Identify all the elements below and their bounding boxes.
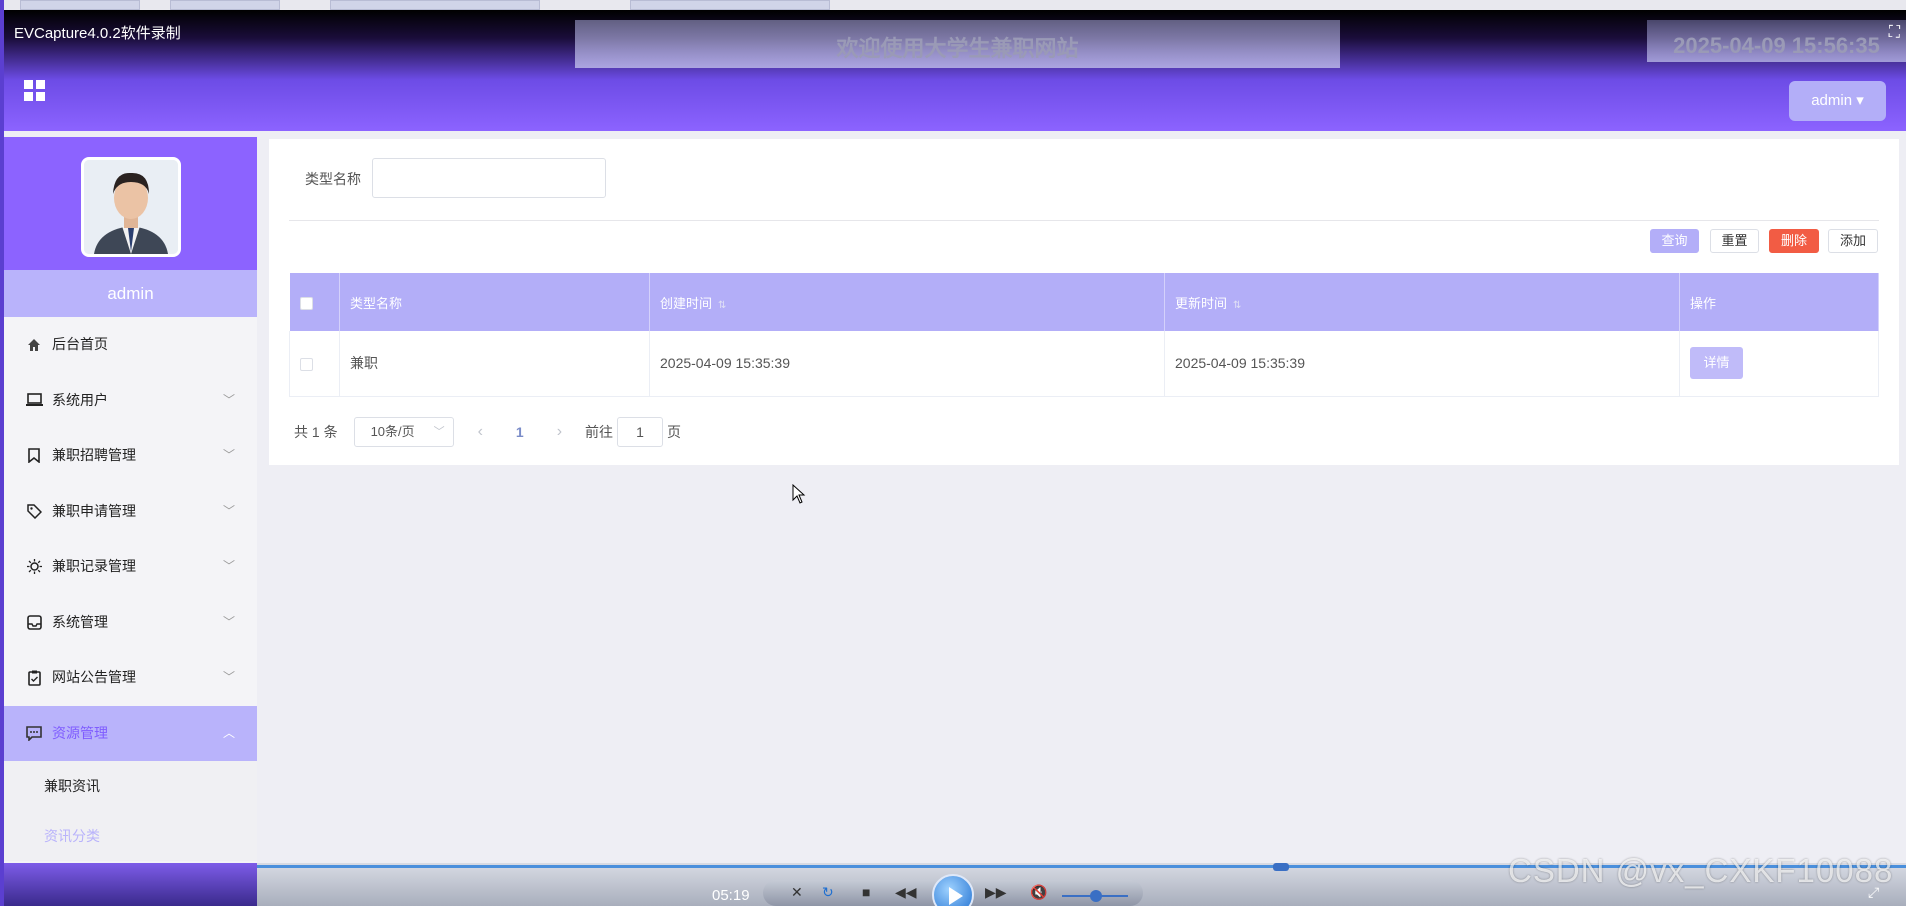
sun-icon xyxy=(25,539,43,594)
progress-handle[interactable] xyxy=(1273,863,1289,871)
sidebar-item-job-recruitment[interactable]: 兼职招聘管理 ﹀ xyxy=(4,428,257,484)
cell-type-name: 兼职 xyxy=(339,331,650,397)
sidebar-item-system-management[interactable]: 系统管理 ﹀ xyxy=(4,595,257,651)
chat-icon xyxy=(25,706,43,761)
type-name-search-input[interactable] xyxy=(372,158,606,198)
query-button[interactable]: 查询 xyxy=(1650,229,1699,253)
goto-suffix: 页 xyxy=(667,424,682,440)
inbox-icon xyxy=(25,595,43,650)
bookmark-icon xyxy=(25,428,43,483)
laptop-icon xyxy=(25,373,43,428)
column-header-actions: 操作 xyxy=(1679,273,1879,331)
sidebar-username: admin xyxy=(4,270,257,317)
volume-handle[interactable] xyxy=(1090,890,1102,902)
timecode: 05:19 xyxy=(712,887,750,904)
row-select-cell xyxy=(289,331,340,397)
table-header-row: 类型名称 创建时间 ⇅ 更新时间 ⇅ 操作 xyxy=(289,273,1879,331)
fast-forward-icon[interactable]: ▶▶ xyxy=(985,884,1007,901)
profile-panel xyxy=(4,137,257,270)
column-header-created[interactable]: 创建时间 ⇅ xyxy=(649,273,1165,331)
taskbar-tab[interactable] xyxy=(330,0,540,10)
search-label: 类型名称 xyxy=(305,171,361,187)
chevron-down-icon: ﹀ xyxy=(222,392,235,407)
column-header-type-name: 类型名称 xyxy=(339,273,650,331)
sidebar-subitem-news-category[interactable]: 资讯分类 xyxy=(4,811,257,861)
sidebar-item-job-application[interactable]: 兼职申请管理 ﹀ xyxy=(4,484,257,540)
taskbar-tab[interactable] xyxy=(630,0,830,10)
menu-toggle-icon[interactable] xyxy=(24,80,46,102)
stop-icon[interactable]: ■ xyxy=(862,884,870,900)
cell-updated: 2025-04-09 15:35:39 xyxy=(1164,331,1680,397)
divider xyxy=(289,220,1879,221)
sidebar-item-job-records[interactable]: 兼职记录管理 ﹀ xyxy=(4,539,257,595)
admin-dropdown-button[interactable]: admin ▾ xyxy=(1789,81,1886,121)
sidebar-item-label: 后台首页 xyxy=(52,336,108,352)
mute-icon[interactable]: 🔇 xyxy=(1030,884,1047,901)
total-count: 共 1 条 xyxy=(294,424,338,440)
pagination: 共 1 条 10条/页 ﹀ ‹ 1 › 前往 1 页 xyxy=(294,416,681,448)
select-all-cell xyxy=(289,273,340,331)
cell-created: 2025-04-09 15:35:39 xyxy=(649,331,1165,397)
top-header: EVCapture4.0.2软件录制 欢迎使用大学生兼职网站 2025-04-0… xyxy=(4,10,1906,131)
sidebar-item-label: 兼职招聘管理 xyxy=(52,447,136,463)
shuffle-icon[interactable]: ✕ xyxy=(791,884,803,901)
sidebar-item-label: 兼职记录管理 xyxy=(52,558,136,574)
current-page[interactable]: 1 xyxy=(516,424,524,440)
detail-button[interactable]: 详情 xyxy=(1690,347,1743,380)
chevron-down-icon: ﹀ xyxy=(222,448,235,462)
page-size-select[interactable]: 10条/页 ﹀ xyxy=(353,417,454,447)
delete-button[interactable]: 删除 xyxy=(1769,229,1819,253)
resources-submenu: 兼职资讯 资讯分类 xyxy=(4,761,257,861)
row-checkbox[interactable] xyxy=(300,358,313,372)
chevron-down-icon: ﹀ xyxy=(222,670,235,684)
table-row: 兼职 2025-04-09 15:35:39 2025-04-09 15:35:… xyxy=(289,331,1879,397)
sidebar-subitem-job-news[interactable]: 兼职资讯 xyxy=(4,761,257,811)
sidebar-item-announcements[interactable]: 网站公告管理 ﹀ xyxy=(4,650,257,706)
goto-prefix: 前往 xyxy=(585,424,614,440)
sidebar-item-home[interactable]: 后台首页 xyxy=(4,317,257,373)
sidebar-item-label: 资源管理 xyxy=(52,724,108,741)
chevron-down-icon: ﹀ xyxy=(222,559,235,573)
clipboard-icon xyxy=(25,650,43,705)
sidebar-item-system-users[interactable]: 系统用户 ﹀ xyxy=(4,373,257,429)
sidebar-item-label: 兼职申请管理 xyxy=(52,502,136,519)
add-button[interactable]: 添加 xyxy=(1828,229,1878,253)
repeat-icon[interactable]: ↻ xyxy=(822,884,834,901)
chevron-down-icon: ﹀ xyxy=(433,426,445,438)
taskbar-tab[interactable] xyxy=(20,0,140,10)
player-bar-left xyxy=(4,863,257,906)
chevron-down-icon: ﹀ xyxy=(222,614,235,629)
chevron-up-icon: ︿ xyxy=(222,725,235,740)
sort-icon[interactable]: ⇅ xyxy=(1233,300,1241,311)
reset-button[interactable]: 重置 xyxy=(1710,229,1759,253)
next-page-icon[interactable]: › xyxy=(557,423,562,441)
taskbar-tab[interactable] xyxy=(170,0,280,10)
sidebar-item-label: 网站公告管理 xyxy=(52,669,136,685)
content-card: 类型名称 查询 重置 删除 添加 类型名称 创建时间 ⇅ 更新时间 ⇅ 操作 兼职 … xyxy=(269,139,1899,465)
column-header-updated[interactable]: 更新时间 ⇅ xyxy=(1164,273,1680,331)
watermark: CSDN @vx_CXKF10088 xyxy=(1508,852,1894,889)
tag-icon xyxy=(25,484,43,539)
home-icon xyxy=(25,317,43,372)
chevron-down-icon: ﹀ xyxy=(222,503,235,518)
select-all-checkbox[interactable] xyxy=(299,296,313,310)
sidebar: admin 后台首页 系统用户 ﹀ 兼职招聘管理 ﹀ 兼职申请管理 ﹀ 兼职记录… xyxy=(4,137,257,906)
taskbar-strip xyxy=(0,0,1906,10)
recorder-title: EVCapture4.0.2软件录制 xyxy=(14,25,181,42)
datetime-display: 2025-04-09 15:56:35 xyxy=(1647,20,1906,62)
sidebar-item-label: 系统用户 xyxy=(52,391,108,408)
avatar xyxy=(81,157,181,257)
prev-page-icon[interactable]: ‹ xyxy=(478,423,483,441)
mouse-cursor-icon xyxy=(792,484,806,504)
data-table: 类型名称 创建时间 ⇅ 更新时间 ⇅ 操作 兼职 2025-04-09 15:35:… xyxy=(289,273,1879,397)
rewind-icon[interactable]: ◀◀ xyxy=(895,884,917,901)
welcome-banner: 欢迎使用大学生兼职网站 xyxy=(575,20,1340,68)
sort-icon[interactable]: ⇅ xyxy=(718,300,726,311)
expand-icon[interactable]: ⛶ xyxy=(1889,24,1900,42)
goto-page-input[interactable]: 1 xyxy=(617,417,664,447)
cell-actions: 详情 xyxy=(1679,331,1879,397)
sidebar-item-label: 系统管理 xyxy=(52,613,108,630)
sidebar-item-resources[interactable]: 资源管理 ︿ xyxy=(4,705,257,761)
